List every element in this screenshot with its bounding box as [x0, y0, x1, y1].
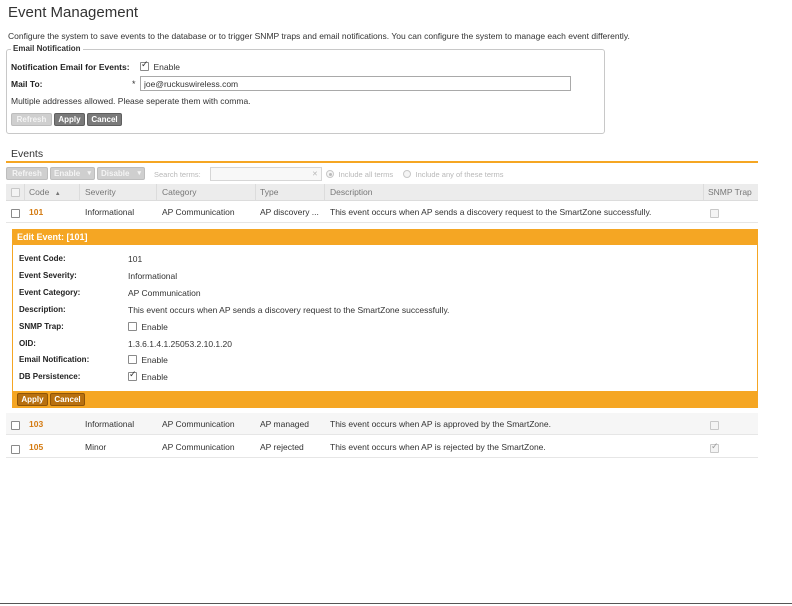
event-category-label: Event Category:	[19, 288, 81, 297]
email-notification-label: Email Notification:	[19, 355, 90, 364]
search-input[interactable]	[210, 167, 322, 181]
row-select-checkbox[interactable]	[11, 209, 20, 218]
snmp-trap-toggle[interactable]: Enable	[128, 322, 168, 333]
notification-enable-toggle[interactable]: Enable	[140, 60, 180, 73]
oid-value: 1.3.6.1.4.1.25053.2.10.1.20	[128, 339, 232, 349]
edit-event-panel	[12, 229, 758, 408]
window-bottom-border	[0, 603, 792, 604]
edit-apply-button[interactable]: Apply	[17, 393, 48, 406]
email-notification-enable-label: Enable	[141, 355, 168, 365]
events-disable-button[interactable]: Disable ▾	[97, 167, 145, 180]
chevron-down-icon: ▾	[87, 170, 91, 177]
events-enable-button[interactable]: Enable ▾	[50, 167, 95, 180]
include-all-radio[interactable]	[326, 170, 334, 178]
column-snmp-trap[interactable]: SNMP Trap	[708, 187, 752, 197]
row-severity: Minor	[85, 442, 107, 452]
page-title: Event Management	[8, 4, 139, 21]
mail-to-input[interactable]	[140, 76, 571, 91]
include-all-option[interactable]: Include all terms	[326, 170, 393, 180]
table-row[interactable]: 103 Informational AP Communication AP ma…	[6, 413, 758, 435]
row-description: This event occurs when AP is approved by…	[330, 419, 551, 429]
event-code-label: Event Code:	[19, 254, 66, 263]
include-any-label: Include any of these terms	[415, 170, 504, 179]
column-code[interactable]: Code ▲	[29, 187, 61, 197]
search-terms-label: Search terms:	[154, 170, 201, 179]
email-notification-toggle[interactable]: Enable	[128, 355, 168, 366]
row-code[interactable]: 101	[29, 207, 43, 217]
table-row[interactable]: 105 Minor AP Communication AP rejected T…	[6, 436, 758, 458]
events-refresh-button[interactable]: Refresh	[6, 167, 48, 180]
db-persistence-label: DB Persistence:	[19, 372, 81, 381]
cancel-button[interactable]: Cancel	[87, 113, 122, 126]
row-type: AP rejected	[260, 442, 304, 452]
row-description: This event occurs when AP is rejected by…	[330, 442, 546, 452]
notification-enable-checkbox[interactable]	[140, 60, 149, 71]
row-select-checkbox[interactable]	[11, 421, 20, 430]
mail-to-label: Mail To:	[11, 79, 43, 89]
page-intro: Configure the system to save events to t…	[8, 31, 630, 41]
event-severity-value: Informational	[128, 271, 178, 281]
email-notification-legend: Email Notification	[11, 44, 83, 53]
row-select-checkbox[interactable]	[11, 445, 20, 454]
event-description-label: Description:	[19, 305, 66, 314]
edit-event-footer	[12, 391, 758, 408]
row-type: AP discovery ...	[260, 207, 319, 217]
chevron-down-icon: ▾	[137, 170, 141, 177]
edit-event-title: Edit Event: [101]	[12, 229, 758, 245]
events-toolbar: Refresh Enable ▾ Disable ▾ Search terms:…	[6, 166, 758, 182]
snmp-trap-checkbox[interactable]	[128, 322, 137, 331]
event-code-value: 101	[128, 254, 143, 264]
row-category: AP Communication	[162, 442, 235, 452]
row-category: AP Communication	[162, 419, 235, 429]
events-enable-label: Enable	[54, 169, 81, 178]
row-code[interactable]: 105	[29, 442, 43, 452]
column-category[interactable]: Category	[162, 187, 197, 197]
snmp-trap-enable-label: Enable	[141, 322, 168, 332]
clear-search-icon[interactable]: ✕	[312, 170, 318, 178]
event-severity-label: Event Severity:	[19, 271, 77, 280]
oid-label: OID:	[19, 339, 36, 348]
db-persistence-checkbox[interactable]	[128, 370, 137, 381]
include-any-radio[interactable]	[403, 170, 411, 178]
row-snmp-checkbox[interactable]	[710, 209, 719, 218]
db-persistence-enable-label: Enable	[141, 372, 168, 382]
row-severity: Informational	[85, 207, 135, 217]
row-snmp-checkbox[interactable]	[710, 442, 719, 453]
include-any-option[interactable]: Include any of these terms	[403, 170, 503, 180]
events-disable-label: Disable	[101, 169, 130, 178]
db-persistence-toggle[interactable]: Enable	[128, 370, 168, 383]
notification-enable-label: Enable	[153, 62, 180, 72]
email-notification-checkbox[interactable]	[128, 355, 137, 364]
column-type[interactable]: Type	[260, 187, 278, 197]
event-category-value: AP Communication	[128, 288, 201, 298]
events-divider	[6, 161, 758, 163]
mail-to-hint: Multiple addresses allowed. Please seper…	[11, 96, 251, 106]
notification-email-label: Notification Email for Events:	[11, 62, 130, 72]
row-code[interactable]: 103	[29, 419, 43, 429]
select-all-checkbox[interactable]	[11, 188, 20, 197]
row-description: This event occurs when AP sends a discov…	[330, 207, 652, 217]
row-category: AP Communication	[162, 207, 235, 217]
column-description[interactable]: Description	[330, 187, 373, 197]
event-description-value: This event occurs when AP sends a discov…	[128, 305, 450, 315]
edit-cancel-button[interactable]: Cancel	[50, 393, 85, 406]
table-row[interactable]: 101 Informational AP Communication AP di…	[6, 201, 758, 223]
events-section-title: Events	[11, 148, 44, 160]
refresh-button[interactable]: Refresh	[11, 113, 52, 126]
required-marker: *	[132, 79, 136, 89]
row-snmp-checkbox[interactable]	[710, 421, 719, 430]
sort-ascending-icon: ▲	[54, 191, 61, 197]
events-table-header: Code ▲ Severity Category Type Descriptio…	[6, 184, 758, 201]
snmp-trap-label: SNMP Trap:	[19, 322, 64, 331]
column-severity[interactable]: Severity	[85, 187, 116, 197]
row-severity: Informational	[85, 419, 135, 429]
apply-button[interactable]: Apply	[54, 113, 85, 126]
row-type: AP managed	[260, 419, 309, 429]
include-all-label: Include all terms	[338, 170, 394, 179]
